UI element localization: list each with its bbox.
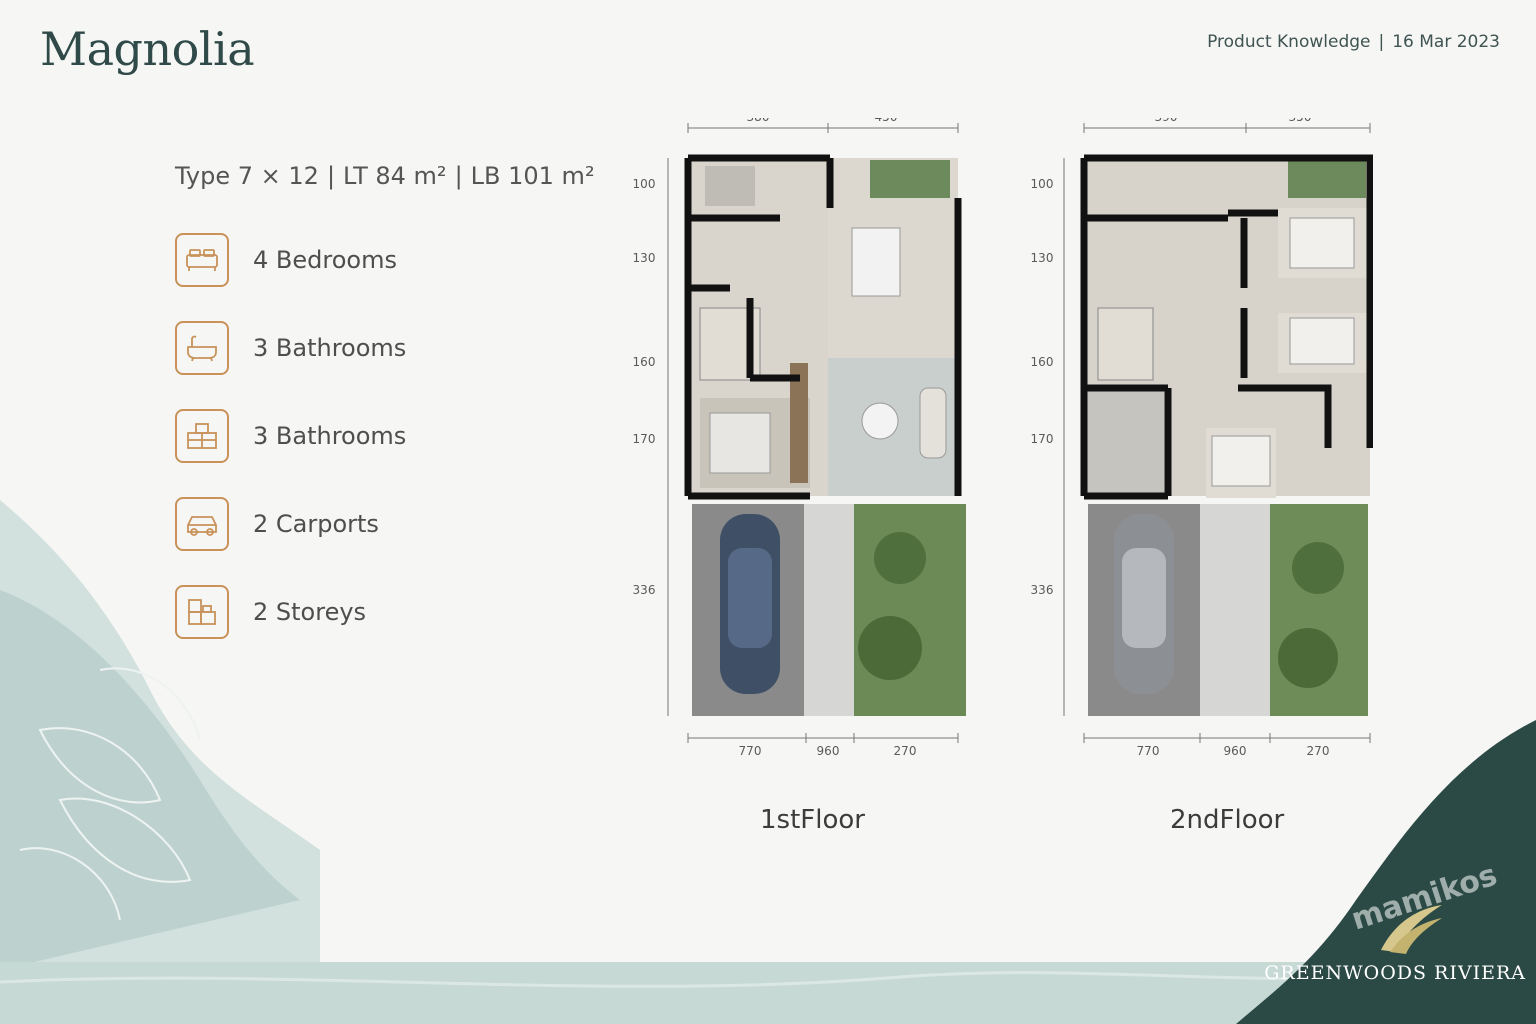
spec-building-area: LB 101 m² bbox=[470, 162, 595, 190]
dim-top-2: 350 bbox=[1289, 118, 1312, 124]
feature-label: 2 Carports bbox=[253, 510, 379, 538]
dim-side-2: 130 bbox=[633, 251, 656, 265]
feature-label: 3 Bathrooms bbox=[253, 422, 407, 450]
spec-type: Type 7 × 12 bbox=[175, 162, 319, 190]
furniture-icon bbox=[175, 409, 229, 463]
dim-side-4: 170 bbox=[633, 432, 656, 446]
dim-top-2: 450 bbox=[875, 118, 898, 124]
dim-side-3: 160 bbox=[1031, 355, 1054, 369]
feature-list: 4 Bedrooms 3 Bathrooms 3 Bathrooms 2 Car… bbox=[175, 230, 406, 670]
dim-bottom-2: 960 bbox=[1224, 744, 1247, 758]
dim-bottom-3: 270 bbox=[1307, 744, 1330, 758]
car-icon bbox=[175, 497, 229, 551]
dim-side-3: 160 bbox=[633, 355, 656, 369]
spec-separator: | bbox=[454, 162, 463, 190]
dim-side-5: 336 bbox=[633, 583, 656, 597]
dim-bottom-1: 770 bbox=[1137, 744, 1160, 758]
dim-top-1: 390 bbox=[1155, 118, 1178, 124]
spec-land-area: LT 84 m² bbox=[343, 162, 447, 190]
feature-furniture: 3 Bathrooms bbox=[175, 406, 406, 466]
dim-side-5: 336 bbox=[1031, 583, 1054, 597]
bed-icon bbox=[175, 233, 229, 287]
feature-bathrooms: 3 Bathrooms bbox=[175, 318, 406, 378]
dim-bottom-3: 270 bbox=[894, 744, 917, 758]
dim-side-1: 100 bbox=[633, 177, 656, 191]
feature-label: 2 Storeys bbox=[253, 598, 367, 626]
header-meta: Product Knowledge | 16 Mar 2023 bbox=[1207, 32, 1500, 52]
storey-icon bbox=[175, 585, 229, 639]
bathtub-icon bbox=[175, 321, 229, 375]
feature-label: 3 Bathrooms bbox=[253, 334, 407, 362]
section-label: Product Knowledge bbox=[1207, 32, 1371, 52]
feature-carports: 2 Carports bbox=[175, 494, 406, 554]
spec-line: Type 7 × 12 | LT 84 m² | LB 101 m² bbox=[175, 162, 595, 190]
dim-bottom-1: 770 bbox=[739, 744, 762, 758]
date-label: 16 Mar 2023 bbox=[1392, 32, 1500, 52]
dim-side-1: 100 bbox=[1031, 177, 1054, 191]
floor-1-label: 1stFloor bbox=[760, 805, 865, 835]
dim-side-2: 130 bbox=[1031, 251, 1054, 265]
brand-name: Greenwoods Riviera bbox=[1264, 962, 1526, 984]
feature-storeys: 2 Storeys bbox=[175, 582, 406, 642]
dim-top-1: 380 bbox=[747, 118, 770, 124]
spec-separator: | bbox=[326, 162, 336, 190]
floor-2-label: 2ndFloor bbox=[1170, 805, 1285, 835]
floor-plan-1: 380 450 100 130 160 170 336 770 bbox=[630, 118, 970, 768]
page-title: Magnolia bbox=[40, 22, 255, 76]
feature-bedrooms: 4 Bedrooms bbox=[175, 230, 406, 290]
dim-bottom-2: 960 bbox=[817, 744, 840, 758]
feature-label: 4 Bedrooms bbox=[253, 246, 397, 274]
dim-side-4: 170 bbox=[1031, 432, 1054, 446]
floor-plan-2: 390 350 100 130 160 170 336 770 960 270 bbox=[1028, 118, 1373, 768]
meta-separator: | bbox=[1378, 32, 1385, 52]
brand-name-text: Greenwoods Riviera bbox=[1264, 962, 1526, 984]
